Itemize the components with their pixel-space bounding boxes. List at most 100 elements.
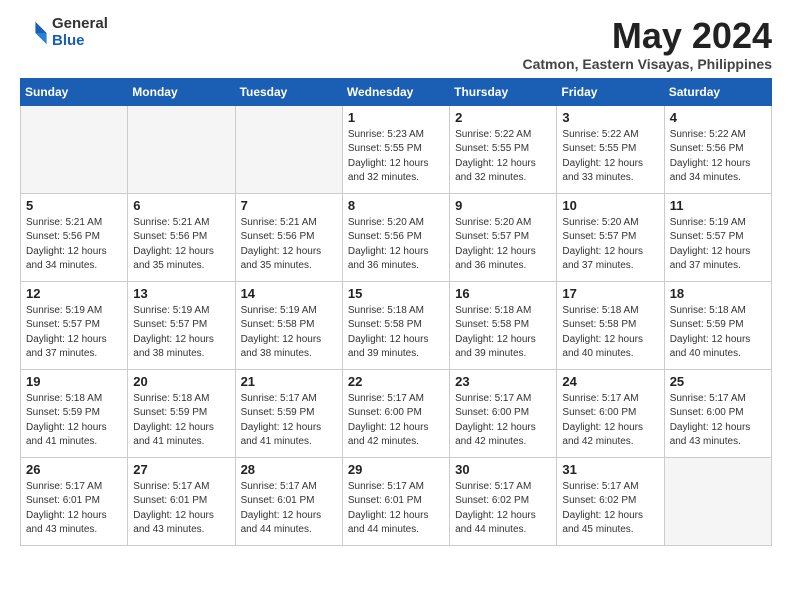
day-number: 12 bbox=[26, 286, 122, 301]
calendar-header-row: SundayMondayTuesdayWednesdayThursdayFrid… bbox=[21, 78, 772, 105]
day-number: 20 bbox=[133, 374, 229, 389]
logo: General Blue bbox=[20, 16, 108, 49]
calendar-cell: 17 Sunrise: 5:18 AMSunset: 5:58 PMDayligh… bbox=[557, 281, 664, 369]
day-info: Sunrise: 5:19 AMSunset: 5:57 PMDaylight:… bbox=[26, 304, 122, 362]
day-number: 30 bbox=[455, 462, 551, 477]
day-info: Sunrise: 5:17 AMSunset: 6:02 PMDaylight:… bbox=[562, 480, 658, 538]
calendar-cell: 26 Sunrise: 5:17 AMSunset: 6:01 PMDayligh… bbox=[21, 457, 128, 545]
calendar-cell: 9 Sunrise: 5:20 AMSunset: 5:57 PMDaylight… bbox=[450, 193, 557, 281]
day-number: 15 bbox=[348, 286, 444, 301]
day-info: Sunrise: 5:17 AMSunset: 5:59 PMDaylight:… bbox=[241, 392, 337, 450]
calendar-cell: 25 Sunrise: 5:17 AMSunset: 6:00 PMDayligh… bbox=[664, 369, 771, 457]
day-info: Sunrise: 5:23 AMSunset: 5:55 PMDaylight:… bbox=[348, 128, 444, 186]
day-number: 6 bbox=[133, 198, 229, 213]
calendar-cell: 30 Sunrise: 5:17 AMSunset: 6:02 PMDayligh… bbox=[450, 457, 557, 545]
day-info: Sunrise: 5:18 AMSunset: 5:59 PMDaylight:… bbox=[670, 304, 766, 362]
day-number: 28 bbox=[241, 462, 337, 477]
day-info: Sunrise: 5:18 AMSunset: 5:59 PMDaylight:… bbox=[133, 392, 229, 450]
day-number: 2 bbox=[455, 110, 551, 125]
calendar-cell: 12 Sunrise: 5:19 AMSunset: 5:57 PMDayligh… bbox=[21, 281, 128, 369]
location-subtitle: Catmon, Eastern Visayas, Philippines bbox=[523, 56, 773, 72]
day-number: 31 bbox=[562, 462, 658, 477]
calendar-week-row: 5 Sunrise: 5:21 AMSunset: 5:56 PMDaylight… bbox=[21, 193, 772, 281]
day-info: Sunrise: 5:19 AMSunset: 5:57 PMDaylight:… bbox=[670, 216, 766, 274]
day-number: 21 bbox=[241, 374, 337, 389]
day-number: 7 bbox=[241, 198, 337, 213]
day-info: Sunrise: 5:17 AMSunset: 6:00 PMDaylight:… bbox=[348, 392, 444, 450]
day-info: Sunrise: 5:22 AMSunset: 5:55 PMDaylight:… bbox=[455, 128, 551, 186]
calendar-cell: 18Sunrise: 5:18 AMSunset: 5:59 PMDayligh… bbox=[664, 281, 771, 369]
day-info: Sunrise: 5:18 AMSunset: 5:58 PMDaylight:… bbox=[562, 304, 658, 362]
day-info: Sunrise: 5:22 AMSunset: 5:56 PMDaylight:… bbox=[670, 128, 766, 186]
day-info: Sunrise: 5:20 AMSunset: 5:57 PMDaylight:… bbox=[455, 216, 551, 274]
calendar-week-row: 26 Sunrise: 5:17 AMSunset: 6:01 PMDayligh… bbox=[21, 457, 772, 545]
calendar-cell: 31 Sunrise: 5:17 AMSunset: 6:02 PMDayligh… bbox=[557, 457, 664, 545]
day-info: Sunrise: 5:18 AMSunset: 5:58 PMDaylight:… bbox=[455, 304, 551, 362]
calendar-cell: 29 Sunrise: 5:17 AMSunset: 6:01 PMDayligh… bbox=[342, 457, 449, 545]
day-number: 23 bbox=[455, 374, 551, 389]
title-block: May 2024 Catmon, Eastern Visayas, Philip… bbox=[523, 16, 773, 72]
col-header-monday: Monday bbox=[128, 78, 235, 105]
day-info: Sunrise: 5:18 AMSunset: 5:58 PMDaylight:… bbox=[348, 304, 444, 362]
day-info: Sunrise: 5:17 AMSunset: 6:01 PMDaylight:… bbox=[241, 480, 337, 538]
day-info: Sunrise: 5:17 AMSunset: 6:01 PMDaylight:… bbox=[26, 480, 122, 538]
col-header-friday: Friday bbox=[557, 78, 664, 105]
calendar-cell bbox=[664, 457, 771, 545]
col-header-sunday: Sunday bbox=[21, 78, 128, 105]
logo-icon bbox=[20, 19, 48, 47]
day-info: Sunrise: 5:21 AMSunset: 5:56 PMDaylight:… bbox=[133, 216, 229, 274]
col-header-wednesday: Wednesday bbox=[342, 78, 449, 105]
day-info: Sunrise: 5:17 AMSunset: 6:02 PMDaylight:… bbox=[455, 480, 551, 538]
day-info: Sunrise: 5:17 AMSunset: 6:01 PMDaylight:… bbox=[348, 480, 444, 538]
day-number: 4 bbox=[670, 110, 766, 125]
col-header-thursday: Thursday bbox=[450, 78, 557, 105]
day-number: 22 bbox=[348, 374, 444, 389]
calendar-cell: 2 Sunrise: 5:22 AMSunset: 5:55 PMDaylight… bbox=[450, 105, 557, 193]
calendar-cell: 14 Sunrise: 5:19 AMSunset: 5:58 PMDayligh… bbox=[235, 281, 342, 369]
calendar-cell bbox=[21, 105, 128, 193]
day-number: 16 bbox=[455, 286, 551, 301]
day-info: Sunrise: 5:18 AMSunset: 5:59 PMDaylight:… bbox=[26, 392, 122, 450]
day-number: 14 bbox=[241, 286, 337, 301]
calendar-cell: 4 Sunrise: 5:22 AMSunset: 5:56 PMDaylight… bbox=[664, 105, 771, 193]
day-info: Sunrise: 5:17 AMSunset: 6:00 PMDaylight:… bbox=[670, 392, 766, 450]
day-number: 25 bbox=[670, 374, 766, 389]
day-number: 17 bbox=[562, 286, 658, 301]
day-number: 24 bbox=[562, 374, 658, 389]
calendar-cell: 16 Sunrise: 5:18 AMSunset: 5:58 PMDayligh… bbox=[450, 281, 557, 369]
day-info: Sunrise: 5:19 AMSunset: 5:58 PMDaylight:… bbox=[241, 304, 337, 362]
day-info: Sunrise: 5:17 AMSunset: 6:00 PMDaylight:… bbox=[562, 392, 658, 450]
calendar-cell: 19Sunrise: 5:18 AMSunset: 5:59 PMDayligh… bbox=[21, 369, 128, 457]
day-number: 27 bbox=[133, 462, 229, 477]
calendar-cell: 8Sunrise: 5:20 AMSunset: 5:56 PMDaylight… bbox=[342, 193, 449, 281]
day-number: 26 bbox=[26, 462, 122, 477]
day-number: 29 bbox=[348, 462, 444, 477]
calendar-cell: 22 Sunrise: 5:17 AMSunset: 6:00 PMDayligh… bbox=[342, 369, 449, 457]
day-info: Sunrise: 5:20 AMSunset: 5:56 PMDaylight:… bbox=[348, 216, 444, 274]
calendar-table: SundayMondayTuesdayWednesdayThursdayFrid… bbox=[20, 78, 772, 546]
day-info: Sunrise: 5:21 AMSunset: 5:56 PMDaylight:… bbox=[26, 216, 122, 274]
day-number: 9 bbox=[455, 198, 551, 213]
calendar-cell: 6 Sunrise: 5:21 AMSunset: 5:56 PMDaylight… bbox=[128, 193, 235, 281]
calendar-cell: 20 Sunrise: 5:18 AMSunset: 5:59 PMDayligh… bbox=[128, 369, 235, 457]
calendar-cell: 3 Sunrise: 5:22 AMSunset: 5:55 PMDaylight… bbox=[557, 105, 664, 193]
month-year-title: May 2024 bbox=[523, 16, 773, 56]
day-number: 13 bbox=[133, 286, 229, 301]
calendar-cell: 21 Sunrise: 5:17 AMSunset: 5:59 PMDayligh… bbox=[235, 369, 342, 457]
day-number: 3 bbox=[562, 110, 658, 125]
day-number: 5 bbox=[26, 198, 122, 213]
day-info: Sunrise: 5:19 AMSunset: 5:57 PMDaylight:… bbox=[133, 304, 229, 362]
calendar-cell: 28 Sunrise: 5:17 AMSunset: 6:01 PMDayligh… bbox=[235, 457, 342, 545]
calendar-cell: 23Sunrise: 5:17 AMSunset: 6:00 PMDayligh… bbox=[450, 369, 557, 457]
calendar-cell: 5 Sunrise: 5:21 AMSunset: 5:56 PMDaylight… bbox=[21, 193, 128, 281]
calendar-week-row: 12 Sunrise: 5:19 AMSunset: 5:57 PMDayligh… bbox=[21, 281, 772, 369]
calendar-cell: 24 Sunrise: 5:17 AMSunset: 6:00 PMDayligh… bbox=[557, 369, 664, 457]
day-info: Sunrise: 5:21 AMSunset: 5:56 PMDaylight:… bbox=[241, 216, 337, 274]
calendar-week-row: 1Sunrise: 5:23 AMSunset: 5:55 PMDaylight… bbox=[21, 105, 772, 193]
day-number: 10 bbox=[562, 198, 658, 213]
calendar-cell bbox=[128, 105, 235, 193]
logo-general-text: General bbox=[52, 16, 108, 33]
calendar-cell: 15 Sunrise: 5:18 AMSunset: 5:58 PMDayligh… bbox=[342, 281, 449, 369]
day-info: Sunrise: 5:22 AMSunset: 5:55 PMDaylight:… bbox=[562, 128, 658, 186]
calendar-cell: 1Sunrise: 5:23 AMSunset: 5:55 PMDaylight… bbox=[342, 105, 449, 193]
